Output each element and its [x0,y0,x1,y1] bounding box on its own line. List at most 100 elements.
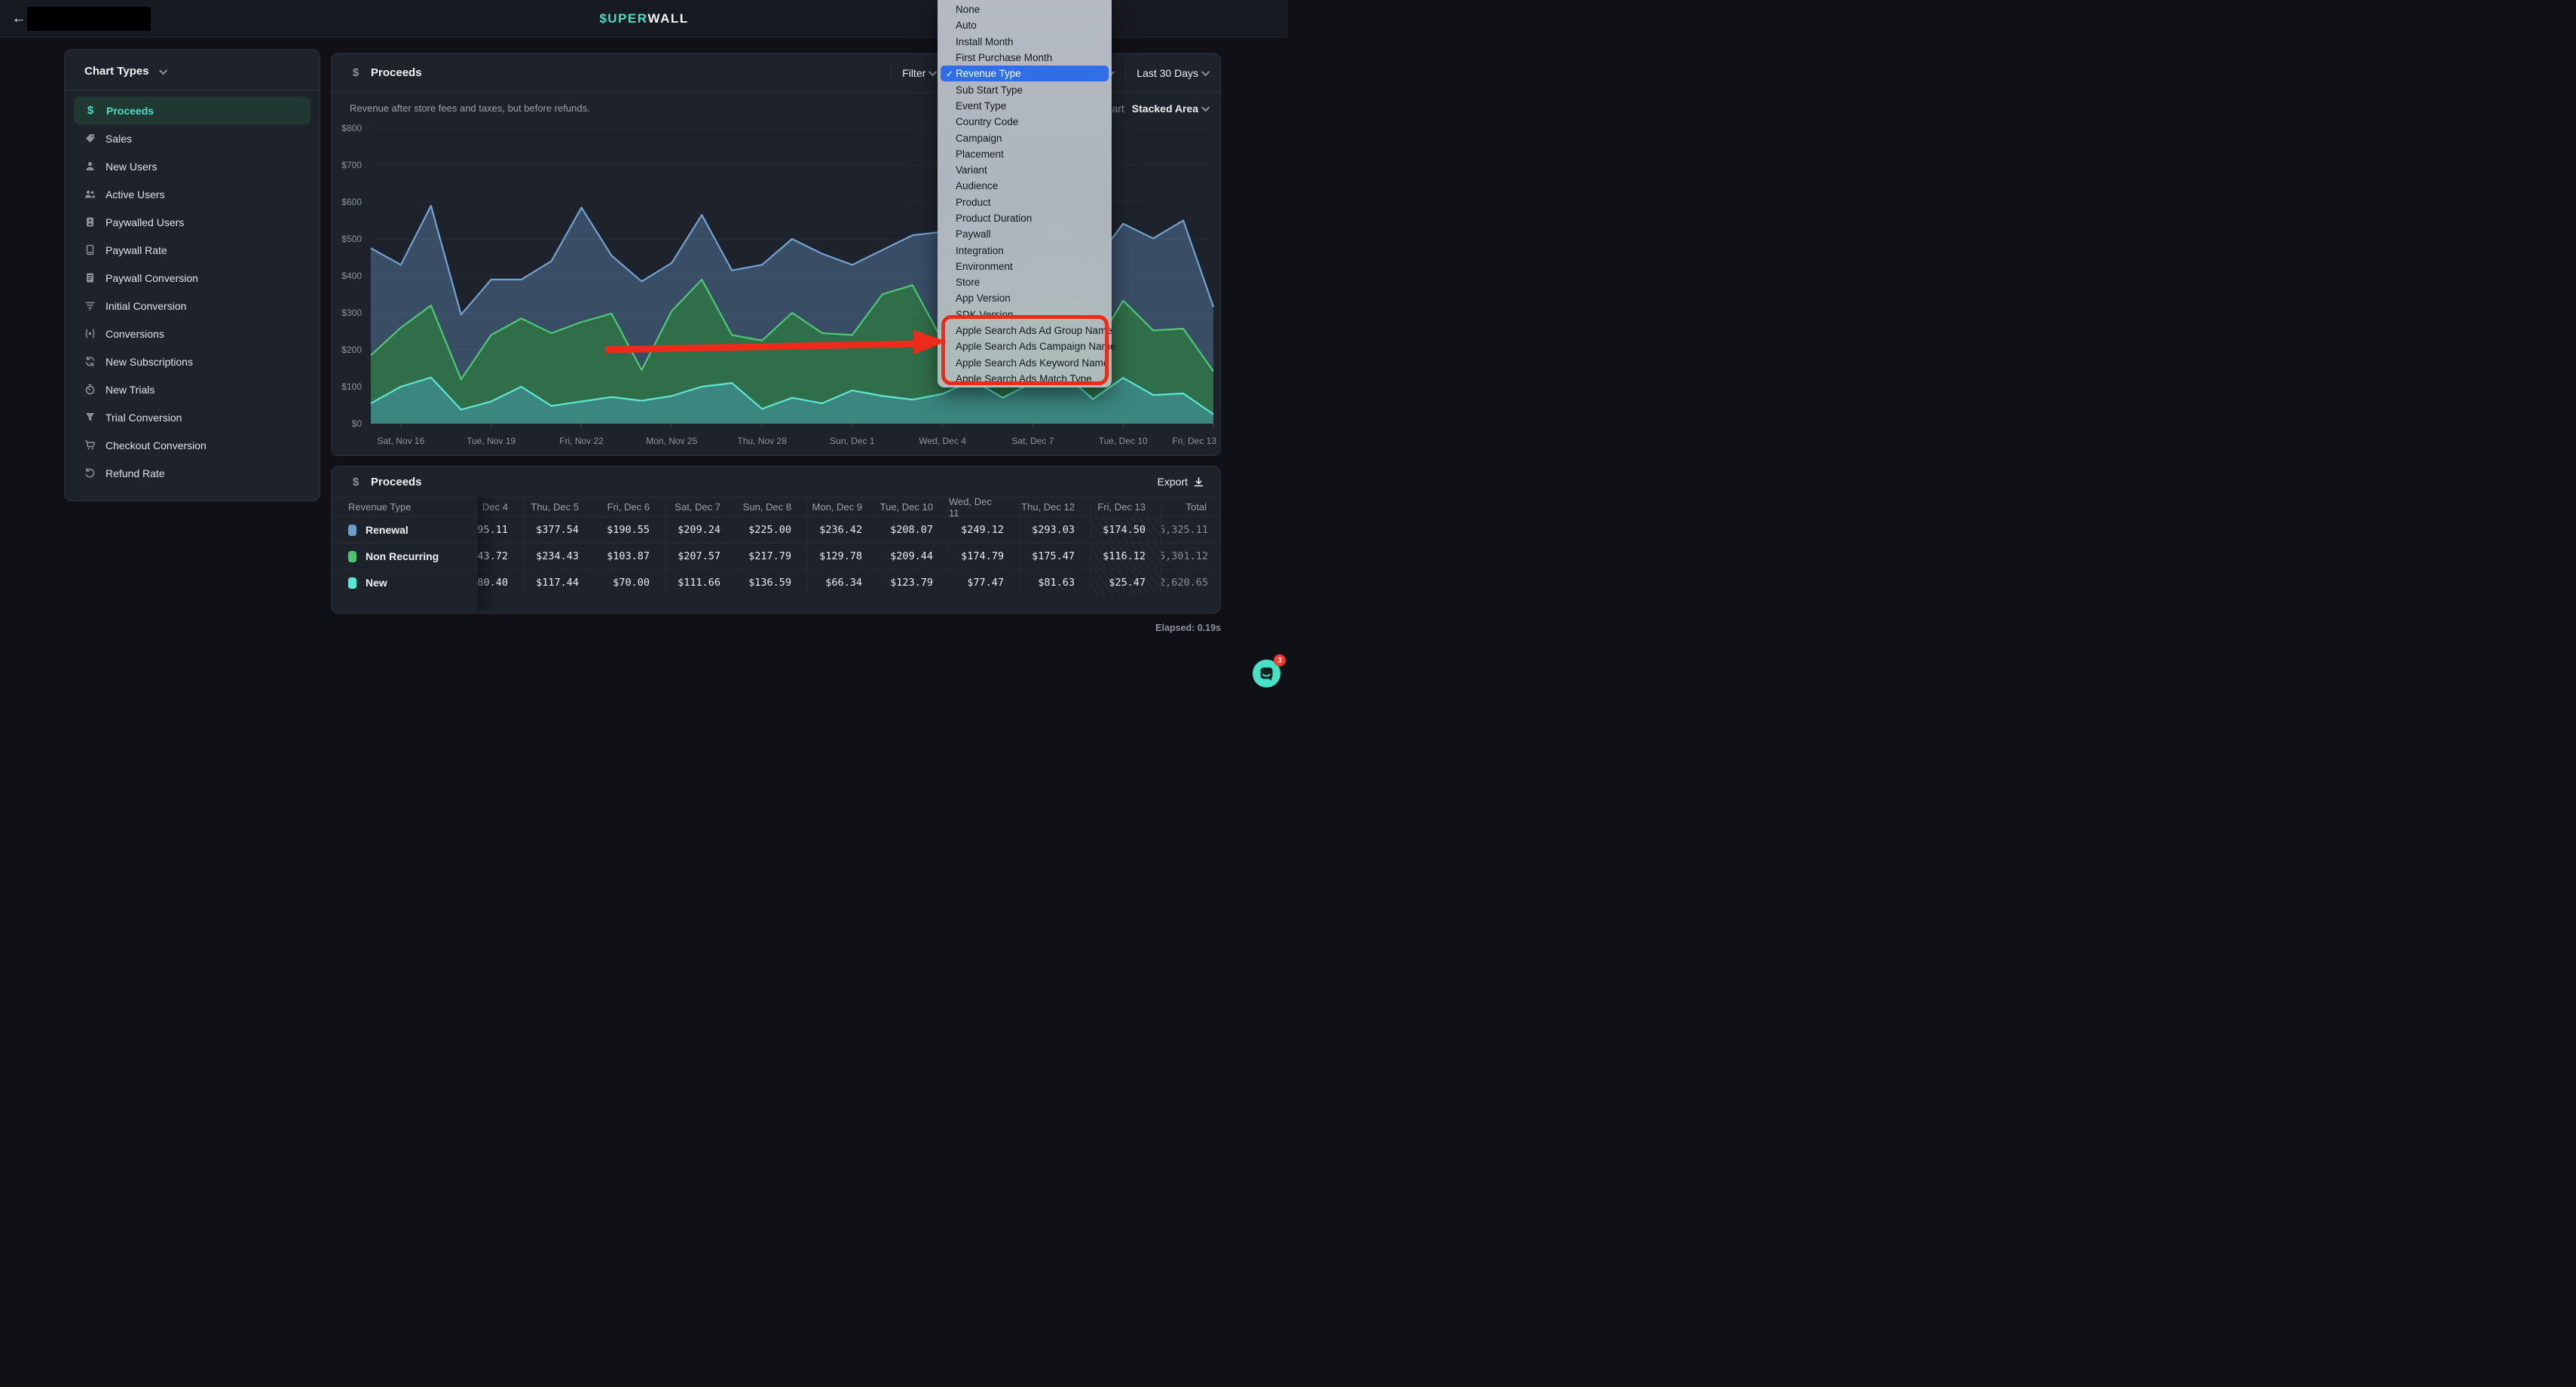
sidebar-item-proceeds[interactable]: $Proceeds [74,96,311,124]
download-icon [1194,477,1204,487]
table-cell: $174.79 [949,543,1020,569]
chart-type-selector[interactable]: Chart Stacked Area [1099,103,1210,115]
menu-item-label: Placement [956,148,1004,160]
sidebar-item-conversions[interactable]: Conversions [74,320,311,348]
column-header-fri-dec-13: Fri, Dec 13 [1091,497,1161,516]
chart-types-header[interactable]: Chart Types [65,50,320,90]
table-cell: $249.12 [949,516,1020,543]
menu-item-label: Product [956,197,991,208]
menu-item-app-version[interactable]: App Version [938,290,1112,306]
sidebar-item-new-subscriptions[interactable]: New Subscriptions [74,348,311,375]
table-cell: $81.63 [1020,569,1091,596]
cart-icon [84,439,96,451]
menu-item-apple-search-ads-ad-group-name[interactable]: Apple Search Ads Ad Group Name [938,323,1112,338]
table-cell: $234.43 [524,543,595,569]
menu-item-label: First Purchase Month [956,52,1052,63]
table-cell: $190.55 [595,516,665,543]
sidebar-item-label: New Users [106,161,157,173]
menu-item-integration[interactable]: Integration [938,242,1112,258]
column-header-wed-dec-11: Wed, Dec 11 [949,497,1020,516]
table-row: Revenue TypeDec 4Thu, Dec 5Fri, Dec 6Sat… [332,497,1221,516]
menu-item-apple-search-ads-keyword-name[interactable]: Apple Search Ads Keyword Name [938,355,1112,371]
back-arrow-icon[interactable]: ← [9,9,29,29]
x-axis-label: Fri, Nov 22 [559,436,604,446]
menu-item-none[interactable]: None [938,2,1112,17]
table-cell: $129.78 [807,543,878,569]
menu-item-sub-start-type[interactable]: Sub Start Type [938,81,1112,97]
sidebar-item-paywall-conversion[interactable]: Paywall Conversion [74,264,311,292]
sidebar-item-new-trials[interactable]: New Trials [74,375,311,403]
menu-item-product-duration[interactable]: Product Duration [938,210,1112,226]
filter-button[interactable]: Filter [902,67,937,79]
table-panel-header: $ Proceeds Export [332,467,1220,497]
menu-item-first-purchase-month[interactable]: First Purchase Month [938,50,1112,66]
menu-item-placement[interactable]: Placement [938,146,1112,162]
sidebar-item-refund-rate[interactable]: Refund Rate [74,459,311,487]
menu-item-auto[interactable]: Auto [938,17,1112,33]
menu-item-label: Auto [956,20,977,31]
x-axis-label: Sat, Dec 7 [1011,436,1054,446]
x-axis-label: Tue, Dec 10 [1099,436,1148,446]
sidebar-item-list: $ProceedsSales New Users Active Users Paywa… [65,90,320,493]
filter-label: Filter [902,67,925,79]
sidebar-item-label: Active Users [106,188,165,201]
menu-item-apple-search-ads-match-type[interactable]: Apple Search Ads Match Type [938,371,1112,387]
sidebar-item-checkout-conversion[interactable]: Checkout Conversion [74,431,311,459]
y-axis-label: $700 [341,160,362,170]
tag-icon [84,133,96,144]
sidebar-item-paywall-rate[interactable]: Paywall Rate [74,236,311,264]
menu-item-apple-search-ads-campaign-name[interactable]: Apple Search Ads Campaign Name [938,338,1112,354]
sidebar-item-new-users[interactable]: New Users [74,152,311,180]
sidebar-item-active-users[interactable]: Active Users [74,180,311,208]
sidebar-item-label: New Subscriptions [106,356,193,368]
menu-item-environment[interactable]: Environment [938,259,1112,274]
menu-item-campaign[interactable]: Campaign [938,130,1112,145]
menu-item-country-code[interactable]: Country Code [938,114,1112,130]
x-axis-label: Tue, Nov 19 [467,436,516,446]
table-cell: $377.54 [524,516,595,543]
export-button[interactable]: Export [1158,476,1204,488]
elapsed-status: Elapsed: 0.19s [1055,623,1221,633]
menu-item-revenue-type[interactable]: ✓Revenue Type [941,66,1109,81]
user-icon [84,161,96,172]
y-axis-label: $0 [352,418,363,429]
menu-item-label: Store [956,277,980,288]
chevron-down-icon [159,66,167,74]
date-range-button[interactable]: Last 30 Days [1137,67,1210,79]
logo-accent: $UPER [599,11,647,26]
table-cell: $123.79 [878,569,949,596]
series-color-swatch [348,551,356,562]
target-icon [84,328,96,339]
sidebar-item-initial-conversion[interactable]: Initial Conversion [74,292,311,320]
menu-item-install-month[interactable]: Install Month [938,34,1112,50]
column-header-total: Total [1161,497,1221,516]
sidebar-item-label: Paywall Conversion [106,272,198,284]
row-header-renewal: Renewal [332,516,477,543]
menu-item-label: Environment [956,261,1013,272]
menu-item-store[interactable]: Store [938,274,1112,290]
menu-item-label: Paywall [956,228,991,240]
column-header-thu-dec-5: Thu, Dec 5 [524,497,595,516]
sidebar-item-label: Refund Rate [106,467,165,479]
menu-item-sdk-version[interactable]: SDK Version [938,307,1112,323]
menu-item-audience[interactable]: Audience [938,178,1112,194]
menu-item-label: Apple Search Ads Campaign Name [956,341,1115,352]
menu-item-event-type[interactable]: Event Type [938,98,1112,114]
sidebar-item-paywalled-users[interactable]: Paywalled Users [74,208,311,236]
column-header-fri-dec-6: Fri, Dec 6 [595,497,665,516]
sidebar-item-sales[interactable]: Sales [74,124,311,152]
menu-item-product[interactable]: Product [938,194,1112,210]
x-axis-label: Sat, Nov 16 [378,436,425,446]
row-label: Renewal [366,524,408,536]
sidebar-item-label: Paywalled Users [106,216,184,228]
menu-item-label: Apple Search Ads Match Type [956,373,1092,384]
sidebar-item-label: New Trials [106,384,154,396]
y-axis-label: $500 [341,234,362,244]
chat-bubble-icon [1259,666,1274,681]
menu-item-paywall[interactable]: Paywall [938,226,1112,242]
column-header-tue-dec-10: Tue, Dec 10 [878,497,949,516]
sidebar-item-trial-conversion[interactable]: Trial Conversion [74,403,311,431]
menu-item-variant[interactable]: Variant [938,162,1112,178]
table-row: New80.40$117.44$70.00$111.66$136.59$66.3… [332,569,1221,596]
table-row: Renewal95.11$377.54$190.55$209.24$225.00… [332,516,1221,543]
